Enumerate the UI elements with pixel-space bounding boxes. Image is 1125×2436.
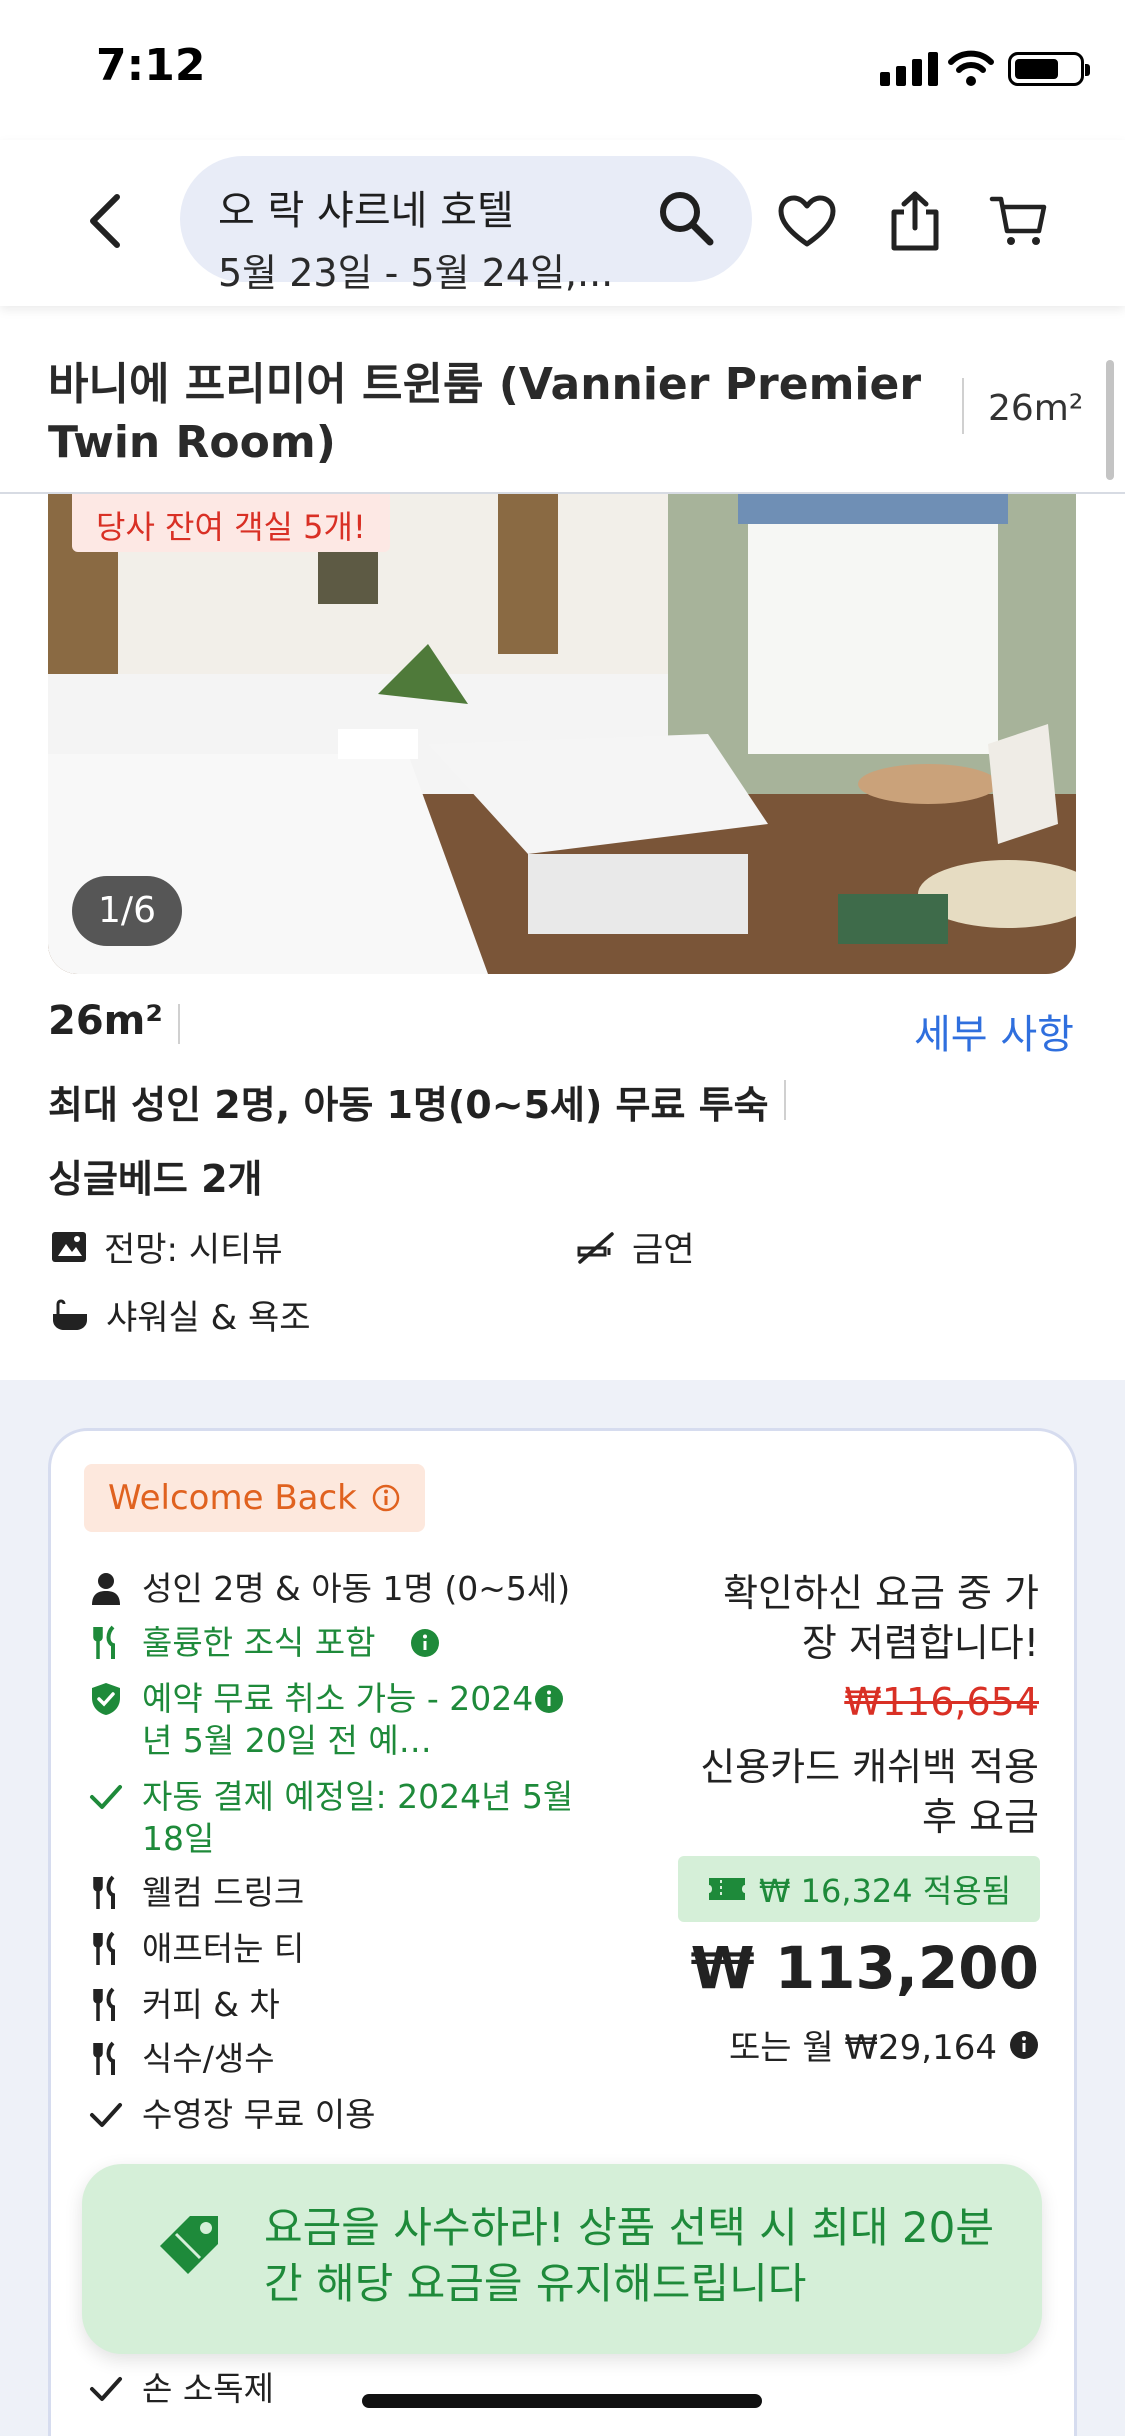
info-icon[interactable] bbox=[410, 1628, 440, 1658]
feature-hand-sanitizer: 손 소독제 bbox=[88, 2368, 274, 2410]
room-photo[interactable] bbox=[48, 494, 1076, 974]
search-icon bbox=[660, 192, 714, 246]
chevron-left-icon bbox=[90, 194, 120, 248]
bed-info: 싱글베드 2개 bbox=[48, 1157, 263, 1201]
top-navigation-bar: 오 락 샤르네 호텔 5월 23일 - 5월 24일,... bbox=[0, 140, 1125, 306]
room-size-header: 26m² bbox=[988, 388, 1084, 429]
room-header: 바니에 프리미어 트윈룸 (Vannier Premier Twin Room)… bbox=[0, 350, 1125, 494]
divider bbox=[178, 1004, 180, 1044]
divider bbox=[962, 378, 964, 434]
heart-icon bbox=[778, 195, 836, 247]
feature-label: 훌륭한 조식 포함 bbox=[142, 1623, 376, 1662]
feature-occupancy: 성인 2명 & 아동 1명 (0~5세) bbox=[88, 1568, 662, 1610]
feature-label: 웰컴 드링크 bbox=[142, 1873, 305, 1912]
feature-breakfast: 훌륭한 조식 포함 bbox=[88, 1622, 440, 1664]
monthly-price: 또는 월 ₩29,164 bbox=[729, 2020, 1039, 2069]
bathtub-icon bbox=[53, 1299, 87, 1330]
search-summary-pill[interactable]: 오 락 샤르네 호텔 5월 23일 - 5월 24일,... bbox=[180, 156, 752, 295]
amenity-bathroom: 샤워실 & 욕조 bbox=[50, 1290, 311, 1339]
status-bar: 7:12 bbox=[0, 0, 1125, 140]
amenity-label: 전망: 시티뷰 bbox=[104, 1230, 283, 1270]
feature-label: 식수/생수 bbox=[142, 2039, 275, 2078]
feature-label: 예약 무료 취소 가능 - 2024년 5월 20일 전 예… bbox=[142, 1679, 534, 1760]
check-icon bbox=[88, 1776, 124, 1818]
feature-label: 수영장 무료 이용 bbox=[142, 2095, 376, 2134]
cellular-signal-icon bbox=[880, 52, 938, 86]
utensils-icon bbox=[88, 2038, 124, 2080]
status-time: 7:12 bbox=[96, 40, 206, 91]
feature-auto-payment: 자동 결제 예정일: 2024년 5월 18일 bbox=[88, 1776, 602, 1860]
wifi-icon bbox=[948, 48, 994, 92]
ticket-icon bbox=[708, 1878, 745, 1900]
amenity-view: 전망: 시티뷰 bbox=[50, 1222, 283, 1271]
feature-label: 성인 2명 & 아동 1명 (0~5세) bbox=[142, 1569, 571, 1608]
amenity-no-smoking: 금연 bbox=[576, 1222, 695, 1271]
price-lock-toast[interactable]: 요금을 사수하라! 상품 선택 시 최대 20분간 해당 요금을 유지해드립니다 bbox=[82, 2164, 1042, 2354]
battery-icon bbox=[1008, 52, 1090, 86]
info-icon[interactable] bbox=[534, 1684, 564, 1714]
room-size: 26m² bbox=[48, 998, 163, 1044]
check-icon bbox=[88, 2368, 124, 2410]
monthly-price-label: 또는 월 ₩29,164 bbox=[728, 2028, 997, 2068]
cashback-applied-badge: ₩ 16,324 적용됨 bbox=[678, 1856, 1040, 1922]
divider bbox=[784, 1080, 786, 1120]
details-link[interactable]: 세부 사항 bbox=[914, 1002, 1074, 1060]
stay-dates: 5월 23일 - 5월 24일,... bbox=[218, 251, 614, 295]
price-lock-message: 요금을 사수하라! 상품 선택 시 최대 20분간 해당 요금을 유지해드립니다 bbox=[264, 2203, 994, 2308]
home-indicator[interactable] bbox=[362, 2394, 762, 2408]
feature-pool: 수영장 무료 이용 bbox=[88, 2094, 376, 2136]
welcome-back-badge[interactable]: Welcome Back bbox=[84, 1464, 425, 1532]
welcome-back-label: Welcome Back bbox=[108, 1478, 357, 1518]
feature-label: 자동 결제 예정일: 2024년 5월 18일 bbox=[142, 1777, 574, 1858]
feature-free-cancellation: 예약 무료 취소 가능 - 2024년 5월 20일 전 예… bbox=[88, 1678, 542, 1762]
info-icon bbox=[372, 1484, 400, 1512]
cart-icon bbox=[989, 196, 1047, 245]
feature-welcome-drink: 웰컴 드링크 bbox=[88, 1872, 304, 1914]
hotel-name: 오 락 샤르네 호텔 bbox=[218, 188, 514, 234]
feature-coffee-tea: 커피 & 차 bbox=[88, 1984, 280, 2026]
feature-label: 손 소독제 bbox=[142, 2369, 274, 2408]
price-tag-icon bbox=[160, 2216, 218, 2274]
cart-button[interactable] bbox=[984, 186, 1054, 256]
person-icon bbox=[88, 1568, 124, 1610]
cashback-amount: ₩ 16,324 적용됨 bbox=[758, 1872, 1012, 1910]
cheapest-rate-note: 확인하신 요금 중 가장 저렴합니다! bbox=[723, 1571, 1039, 1665]
share-icon bbox=[891, 191, 939, 251]
scarcity-badge: 당사 잔여 객실 5개! bbox=[72, 494, 390, 552]
feature-water: 식수/생수 bbox=[88, 2038, 275, 2080]
view-icon bbox=[52, 1231, 86, 1262]
scrollbar[interactable] bbox=[1106, 360, 1114, 480]
share-button[interactable] bbox=[880, 186, 950, 256]
shield-check-icon bbox=[88, 1678, 124, 1720]
utensils-icon bbox=[88, 1984, 124, 2026]
feature-label: 애프터눈 티 bbox=[142, 1929, 305, 1968]
occupancy-info: 최대 성인 2명, 아동 1명(0~5세) 무료 투숙 bbox=[48, 1083, 769, 1127]
final-price: ₩ 113,200 bbox=[690, 1934, 1039, 2002]
feature-afternoon-tea: 애프터눈 티 bbox=[88, 1928, 304, 1970]
feature-label: 커피 & 차 bbox=[142, 1985, 280, 2024]
original-price: ₩116,654 bbox=[844, 1680, 1039, 1724]
no-smoking-icon bbox=[577, 1231, 614, 1264]
favorite-button[interactable] bbox=[772, 186, 842, 256]
photo-counter: 1/6 bbox=[72, 876, 182, 946]
room-title: 바니에 프리미어 트윈룸 (Vannier Premier Twin Room) bbox=[48, 359, 922, 468]
cashback-note: 신용카드 캐쉬백 적용 후 요금 bbox=[700, 1745, 1039, 1839]
amenity-label: 샤워실 & 욕조 bbox=[106, 1298, 311, 1338]
utensils-icon bbox=[88, 1622, 124, 1664]
back-button[interactable] bbox=[70, 186, 140, 256]
utensils-icon bbox=[88, 1872, 124, 1914]
check-icon bbox=[88, 2094, 124, 2136]
amenity-label: 금연 bbox=[632, 1230, 695, 1270]
info-icon[interactable] bbox=[1009, 2030, 1039, 2060]
utensils-icon bbox=[88, 1928, 124, 1970]
